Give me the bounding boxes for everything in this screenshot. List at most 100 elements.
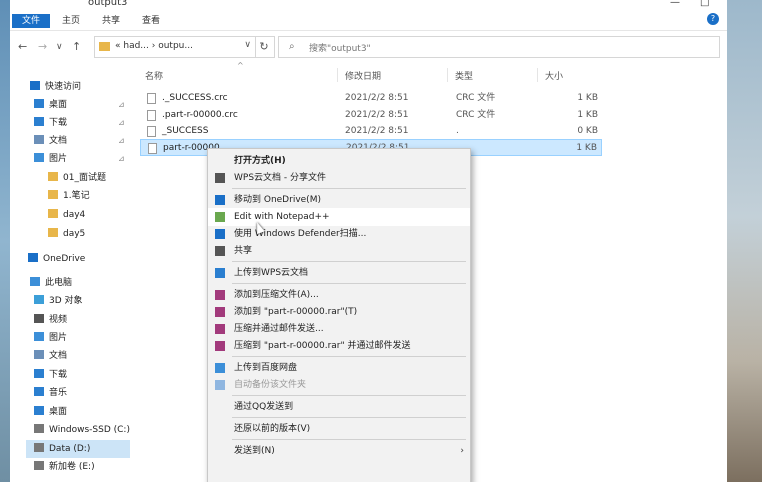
context-menu-item[interactable]: 通过QQ发送到 (208, 398, 470, 416)
wps-cloud-icon (215, 268, 225, 278)
context-menu-item[interactable]: 打开方式(H) (208, 152, 470, 170)
sidebar-item[interactable]: Windows-SSD (C:) (34, 421, 130, 439)
sidebar-item[interactable]: 视频 (34, 311, 67, 329)
column-header-type[interactable]: 类型 (455, 69, 473, 83)
chevron-down-icon[interactable]: ∨ (244, 40, 251, 50)
context-menu-label: 还原以前的版本(V) (234, 424, 311, 434)
context-menu-item[interactable]: 上传到WPS云文档 (208, 264, 470, 282)
sidebar-item[interactable]: 此电脑 (30, 274, 72, 292)
desktop-background-right (727, 0, 762, 482)
context-menu-item[interactable]: 压缩到 "part-r-00000.rar" 并通过邮件发送 (208, 337, 470, 355)
pin-icon[interactable]: ⊿ (118, 118, 125, 127)
sidebar-item[interactable]: 下载 (34, 114, 67, 132)
file-icon (147, 126, 156, 137)
maximize-button[interactable]: □ (700, 0, 709, 8)
sidebar-item-label: 文档 (49, 351, 68, 361)
file-row[interactable]: _SUCCESS 2021/2/2 8:51. 0 KB (140, 123, 602, 140)
address-path: « had... › outpu... (115, 41, 193, 51)
tab-view[interactable]: 查看 (142, 14, 160, 28)
up-button[interactable]: ↑ (72, 40, 81, 53)
notepad-icon (215, 212, 225, 222)
forward-button[interactable]: → (38, 40, 47, 53)
sidebar-item[interactable]: 桌面 (34, 403, 67, 421)
context-menu-item[interactable]: 使用 Windows Defender扫描... (208, 225, 470, 243)
file-row[interactable]: ._SUCCESS.crc 2021/2/2 8:51 CRC 文件 1 KB (140, 90, 602, 107)
context-menu-label: 打开方式(H) (234, 156, 286, 166)
sidebar-item[interactable]: 新加卷 (E:) (34, 458, 95, 476)
column-divider[interactable] (337, 68, 338, 82)
address-bar[interactable]: « had... › outpu... ∨ (94, 36, 256, 58)
column-header-date[interactable]: 修改日期 (345, 69, 381, 83)
sidebar-item[interactable]: day4 (48, 206, 85, 224)
file-row[interactable]: .part-r-00000.crc 2021/2/2 8:51 CRC 文件 1 KB (140, 107, 602, 124)
file-explorer-window: output3 — □ 文件 主页 共享 查看 ? ← → ∨ ↑ « had.… (10, 0, 727, 482)
sidebar-item[interactable]: 快速访问 (30, 78, 81, 96)
context-menu-label: 上传到WPS云文档 (234, 268, 309, 278)
context-menu-item[interactable]: 添加到压缩文件(A)... (208, 286, 470, 304)
file-name: ._SUCCESS.crc (162, 93, 228, 103)
folder-icon (48, 228, 58, 237)
context-menu-item[interactable]: 共享 (208, 242, 470, 260)
document-icon (34, 350, 44, 359)
sidebar-item[interactable]: 文档 (34, 132, 67, 150)
pin-icon[interactable]: ⊿ (118, 136, 125, 145)
sidebar-item[interactable]: 文档 (34, 347, 67, 365)
sidebar-item[interactable]: 下载 (34, 366, 67, 384)
context-menu-item[interactable]: 自动备份该文件夹 (208, 376, 470, 394)
back-button[interactable]: ← (18, 40, 27, 53)
tab-share[interactable]: 共享 (102, 14, 120, 28)
file-size: 1 KB (576, 143, 597, 153)
context-menu-item[interactable]: 上传到百度网盘 (208, 359, 470, 377)
drive-icon (34, 443, 44, 452)
context-menu-item[interactable]: 移动到 OneDrive(M) (208, 191, 470, 209)
context-menu-item[interactable]: 添加到 "part-r-00000.rar"(T) (208, 303, 470, 321)
context-menu-item[interactable]: 发送到(N) › (208, 442, 470, 460)
picture-icon (34, 153, 44, 162)
recent-dropdown[interactable]: ∨ (56, 42, 63, 52)
column-header-name[interactable]: 名称 (145, 69, 163, 83)
baidu-icon (215, 380, 225, 390)
tab-home[interactable]: 主页 (62, 14, 80, 28)
star-icon (30, 81, 40, 90)
minimize-button[interactable]: — (670, 0, 680, 8)
column-divider[interactable] (447, 68, 448, 82)
file-size: 1 KB (577, 93, 598, 103)
sidebar-item[interactable]: 桌面 (34, 96, 67, 114)
menu-separator (232, 261, 466, 262)
file-date: 2021/2/2 8:51 (345, 126, 409, 136)
sidebar-item[interactable]: 图片 (34, 150, 67, 168)
sidebar-item[interactable]: 01_面试题 (48, 169, 106, 187)
search-input[interactable]: ⌕ 搜索"output3" (278, 36, 720, 58)
sidebar-item-label: 新加卷 (E:) (49, 462, 95, 472)
pin-icon[interactable]: ⊿ (118, 100, 125, 109)
pin-icon[interactable]: ⊿ (118, 154, 125, 163)
context-menu-label: 自动备份该文件夹 (234, 380, 307, 390)
sidebar-item[interactable]: OneDrive (28, 250, 85, 268)
sidebar-item-label: day4 (63, 210, 86, 220)
navigation-pane: 快速访问 桌面 ⊿ 下载 ⊿ 文档 ⊿ 图片 ⊿ 01_面试题 1.笔记 day4 day5 OneDri… (10, 70, 132, 482)
column-header-size[interactable]: 大小 (545, 69, 563, 83)
context-menu-item[interactable]: 还原以前的版本(V) (208, 420, 470, 438)
context-menu-item[interactable]: WPS云文档 - 分享文件 (208, 169, 470, 187)
file-size: 1 KB (577, 110, 598, 120)
search-icon: ⌕ (289, 41, 295, 52)
refresh-button[interactable]: ↻ (254, 36, 275, 58)
window-title: output3 (88, 0, 128, 8)
file-date: 2021/2/2 8:51 (345, 93, 409, 103)
context-menu-item[interactable]: 压缩并通过邮件发送... (208, 320, 470, 338)
sidebar-item[interactable]: 音乐 (34, 384, 67, 402)
sidebar-item[interactable]: 3D 对象 (34, 292, 83, 310)
file-type: CRC 文件 (456, 93, 496, 103)
file-icon (148, 143, 157, 154)
winrar-icon (215, 290, 225, 300)
sidebar-item[interactable]: day5 (48, 225, 85, 243)
sidebar-item-label: 下载 (49, 118, 68, 128)
sidebar-item[interactable]: Data (D:) (34, 440, 90, 458)
column-divider[interactable] (537, 68, 538, 82)
sidebar-item[interactable]: 图片 (34, 329, 67, 347)
tab-file[interactable]: 文件 (12, 14, 50, 28)
help-icon[interactable]: ? (707, 13, 719, 25)
sidebar-item[interactable]: 1.笔记 (48, 187, 90, 205)
context-menu-item[interactable]: Edit with Notepad++ (208, 208, 470, 226)
sidebar-item-label: 文档 (49, 136, 68, 146)
